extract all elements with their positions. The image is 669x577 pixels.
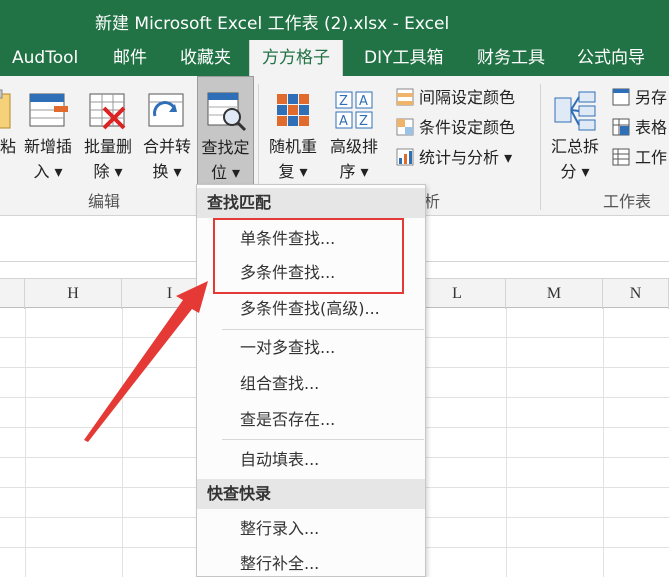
menu-item-row-entry[interactable]: 整行录入...: [197, 512, 425, 546]
table-button[interactable]: 表格: [612, 114, 667, 142]
random-blocks-icon: [277, 94, 309, 126]
random-repeat-label: 随机重复 ▾: [268, 137, 317, 181]
menu-item-auto-fill-form[interactable]: 自动填表...: [197, 443, 425, 477]
insert-label: 新增插入 ▾: [23, 137, 72, 181]
svg-text:Z: Z: [359, 114, 368, 129]
paste-icon: [0, 89, 11, 129]
merge-convert-label: 合并转换 ▾: [142, 137, 191, 181]
grid-line: [25, 308, 26, 577]
menu-item-one-to-many-find[interactable]: 一对多查找...: [197, 331, 425, 365]
summary-split-label: 汇总拆分 ▾: [550, 137, 599, 181]
merge-convert-button[interactable]: 合并转换 ▾: [138, 76, 196, 188]
advanced-sort-button[interactable]: ZAAZ 高级排序 ▾: [324, 76, 384, 188]
svg-text:Z: Z: [339, 94, 348, 109]
grid-line: [122, 308, 123, 577]
summary-split-button[interactable]: 汇总拆分 ▾: [544, 76, 606, 188]
sort-az-icon: Z AA Z: [335, 91, 373, 129]
group-label-worksheet: 工作表: [603, 192, 652, 211]
window-title: 新建 Microsoft Excel 工作表 (2).xlsx - Excel: [95, 14, 450, 34]
find-locate-button[interactable]: 查找定位 ▾: [197, 76, 254, 188]
statistics-icon: [396, 148, 414, 166]
insert-rows-icon: [29, 93, 68, 127]
grid-line: [506, 308, 507, 577]
svg-text:A: A: [339, 114, 348, 129]
tab-fangfang[interactable]: 方方格子: [249, 40, 343, 76]
group-label-edit: 编辑: [88, 192, 121, 211]
condition-color-icon: [396, 118, 414, 136]
svg-text:A: A: [359, 94, 368, 109]
paste-label: 粘: [0, 137, 17, 156]
tab-formula-wizard[interactable]: 公式向导: [577, 40, 645, 76]
statistics-analysis-button[interactable]: 统计与分析 ▾: [396, 144, 512, 172]
ribbon-tab-bar: AudTool 邮件 收藏夹 方方格子 DIY工具箱 财务工具 公式向导: [0, 40, 669, 76]
batch-delete-label: 批量删除 ▾: [83, 137, 132, 181]
save-as-icon: [612, 88, 630, 106]
random-repeat-button[interactable]: 随机重复 ▾: [262, 76, 324, 188]
worksheet-icon: [612, 148, 630, 166]
tab-favorites[interactable]: 收藏夹: [180, 40, 231, 76]
menu-separator: [222, 439, 424, 440]
menu-separator: [222, 329, 424, 330]
save-as-button[interactable]: 另存: [612, 84, 667, 112]
grid-line: [603, 308, 604, 577]
paste-button[interactable]: 粘: [0, 76, 18, 188]
table-icon: [612, 118, 630, 136]
menu-item-check-exists[interactable]: 查是否存在...: [197, 403, 425, 437]
find-locate-label: 查找定位 ▾: [201, 138, 250, 182]
group-label-analysis: 析: [424, 192, 441, 211]
merge-convert-icon: [148, 93, 184, 127]
section-header-find-match: 查找匹配: [197, 188, 425, 218]
menu-item-row-complete[interactable]: 整行补全...: [197, 547, 425, 577]
insert-button[interactable]: 新增插入 ▾: [18, 76, 78, 188]
worksheet-button[interactable]: 工作: [612, 144, 667, 172]
batch-delete-button[interactable]: 批量删除 ▾: [78, 76, 138, 188]
tab-audtool[interactable]: AudTool: [12, 40, 78, 76]
column-header-n[interactable]: N: [603, 279, 669, 309]
summary-split-icon: [554, 91, 596, 131]
column-header-m[interactable]: M: [506, 279, 603, 309]
magnifier-table-icon: [207, 92, 246, 132]
ribbon-separator: [540, 84, 541, 210]
column-header-partial[interactable]: [0, 279, 25, 309]
tab-diy-toolbox[interactable]: DIY工具箱: [364, 40, 444, 76]
advanced-sort-label: 高级排序 ▾: [329, 137, 378, 181]
interval-color-icon: [396, 88, 414, 106]
interval-color-button[interactable]: 间隔设定颜色: [396, 84, 515, 112]
menu-item-combined-find[interactable]: 组合查找...: [197, 367, 425, 401]
condition-color-button[interactable]: 条件设定颜色: [396, 114, 515, 142]
tab-mail[interactable]: 邮件: [113, 40, 147, 76]
batch-delete-icon: [89, 93, 126, 130]
title-bar: 新建 Microsoft Excel 工作表 (2).xlsx - Excel: [0, 0, 669, 40]
menu-item-multi-condition-find-advanced[interactable]: 多条件查找(高级)...: [197, 292, 425, 326]
tab-finance-tools[interactable]: 财务工具: [477, 40, 545, 76]
annotation-highlight-box: [213, 218, 404, 294]
column-header-h[interactable]: H: [25, 279, 122, 309]
section-header-quick-entry: 快查快录: [197, 479, 425, 509]
